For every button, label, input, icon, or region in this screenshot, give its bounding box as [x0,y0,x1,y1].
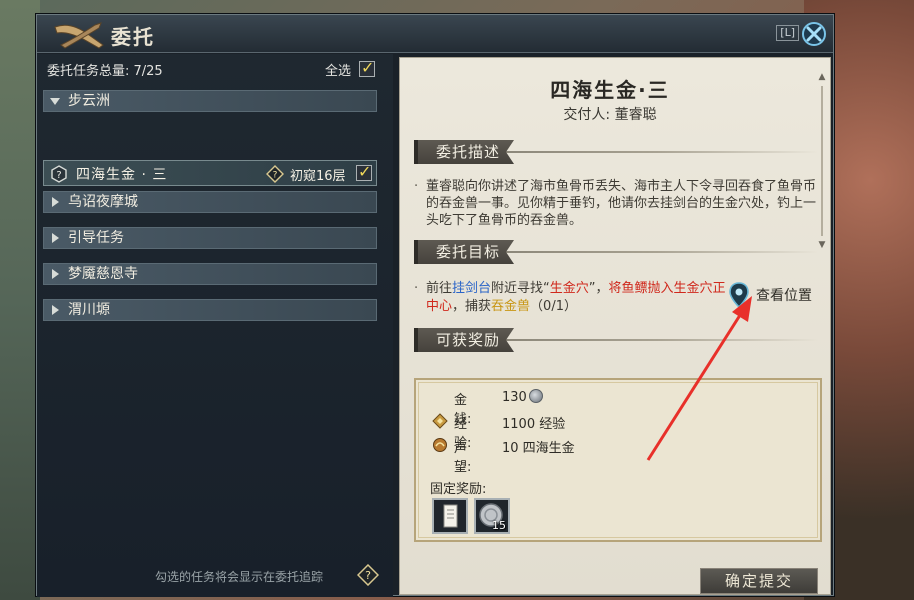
task-track-checkbox[interactable]: ✓ [356,162,372,181]
item-count: 15 [492,519,506,532]
crossed-brush-emblem-icon [54,22,104,49]
category-weichuan[interactable]: 渭川塬 [43,299,377,321]
task-name: 四海生金 · 三 [76,167,168,183]
goal-place-link[interactable]: 挂剑台 [452,281,491,296]
reward-slot-scroll[interactable] [432,498,468,534]
category-ciensi[interactable]: 梦魇慈恩寺 [43,263,377,285]
svg-text:?: ? [56,170,61,181]
task-row-selected[interactable]: ? 四海生金 · 三 ? 初窥16层 ✓ [43,160,377,186]
category-buyunzhou[interactable]: 步云洲 [43,90,377,112]
rewards-box: 金钱: 130 经验: 1100 经验 声望: 10 四海生金 固定奖励: 15 [414,378,822,542]
task-list-panel: 委托任务总量: 7/25 全选 ✓ 步云洲 ? 四海生金 · 三 ? 初窥16层… [37,54,393,597]
goal-progress: （0/1） [530,299,577,314]
goal-target: 吞金兽 [491,299,531,314]
window-title: 委托 [111,25,155,49]
goal-spot: 生金穴 [549,281,589,296]
category-guide[interactable]: 引导任务 [43,227,377,249]
collapsed-triangle-icon [52,305,59,315]
close-icon[interactable] [801,21,827,47]
commission-window: 委托 [L] 委托任务总量: 7/25 全选 ✓ 步云洲 ? 四海生金 · 三 [36,14,834,597]
submit-button[interactable]: 确定提交 [700,568,818,594]
section-description-header: 委托描述 [414,140,818,164]
fixed-reward-label: 固定奖励: [430,482,487,497]
select-all-checkbox[interactable]: ✓ [359,58,375,77]
collapsed-triangle-icon [52,269,59,279]
reward-slot-coin[interactable]: 15 [474,498,510,534]
check-mark-icon: ✓ [358,162,372,181]
silver-coin-icon [528,389,543,403]
svg-text:?: ? [273,171,278,181]
scroll-item-icon [443,504,458,528]
section-rewards-header: 可获奖励 [414,328,818,352]
category-wuzhao[interactable]: 乌诏夜摩城 [43,191,377,213]
task-level: 初窥16层 [290,169,346,184]
section-goal-header: 委托目标 [414,240,818,264]
title-bar: 委托 [L] [37,15,833,53]
quest-hexagon-icon: ? [51,165,67,183]
select-all-label: 全选 [324,64,351,79]
task-summary-row: 委托任务总量: 7/25 全选 ✓ [47,58,377,80]
quest-giver: 交付人: 董睿聪 [563,107,657,123]
hotkey-hint: [L] [776,25,799,41]
experience-icon [432,413,448,429]
task-detail-panel: ▲ ▼ 四海生金·三 交付人: 董睿聪 委托描述 · 董睿聪向你讲述了海市鱼骨币… [399,57,831,595]
check-mark-icon: ✓ [361,58,375,77]
task-count: 委托任务总量: 7/25 [47,64,163,79]
background-scenery-left [0,0,40,600]
view-location-button[interactable]: 查看位置 [728,282,828,308]
scroll-track[interactable] [821,86,823,236]
svg-text:?: ? [365,569,371,582]
expanded-triangle-icon [50,98,60,105]
detail-title: 四海生金·三 [550,78,670,102]
level-diamond-icon: ? [266,165,284,183]
map-pin-icon [729,282,749,308]
tracking-hint: 勾选的任务将会显示在委托追踪 [155,570,324,584]
reputation-icon [433,438,447,452]
collapsed-triangle-icon [52,233,59,243]
help-diamond-icon[interactable]: ? [357,564,379,586]
collapsed-triangle-icon [52,197,59,207]
